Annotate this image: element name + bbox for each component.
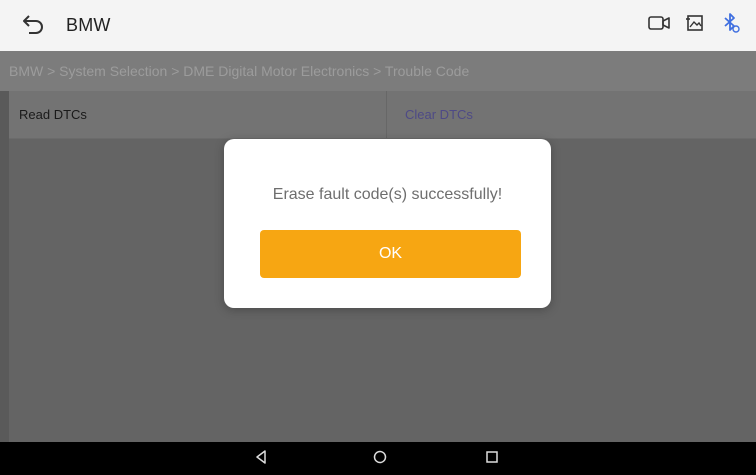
bluetooth-icon: [722, 12, 740, 39]
screenshot-button[interactable]: [684, 14, 706, 36]
app-window: BMW BMW > System Selection > DME Digital…: [0, 0, 756, 475]
left-edge-strip: [0, 91, 9, 442]
breadcrumb-bar: BMW > System Selection > DME Digital Mot…: [0, 51, 756, 91]
page-title: BMW: [66, 15, 111, 35]
system-nav-bar: [0, 442, 756, 475]
home-circle-icon: [373, 450, 387, 469]
screenshot-icon: [686, 14, 704, 37]
read-dtcs-button[interactable]: Read DTCs: [9, 91, 387, 138]
back-triangle-icon: [254, 449, 268, 469]
nav-recents-button[interactable]: [481, 448, 503, 470]
function-row: Read DTCs Clear DTCs: [9, 91, 756, 139]
video-record-button[interactable]: [648, 14, 670, 36]
back-button[interactable]: [20, 13, 46, 39]
bluetooth-button[interactable]: [720, 12, 742, 39]
top-app-bar: BMW: [0, 0, 756, 51]
breadcrumb: BMW > System Selection > DME Digital Mot…: [9, 63, 470, 79]
recents-square-icon: [485, 450, 499, 469]
dialog-message: Erase fault code(s) successfully!: [272, 186, 503, 203]
success-dialog: Erase fault code(s) successfully! OK: [224, 139, 551, 308]
video-record-icon: [648, 15, 670, 36]
nav-home-button[interactable]: [369, 448, 391, 470]
clear-dtcs-button[interactable]: Clear DTCs: [387, 91, 756, 138]
back-arrow-icon: [22, 14, 44, 39]
ok-button[interactable]: OK: [260, 230, 521, 278]
top-actions: [648, 12, 742, 39]
nav-back-button[interactable]: [250, 448, 272, 470]
